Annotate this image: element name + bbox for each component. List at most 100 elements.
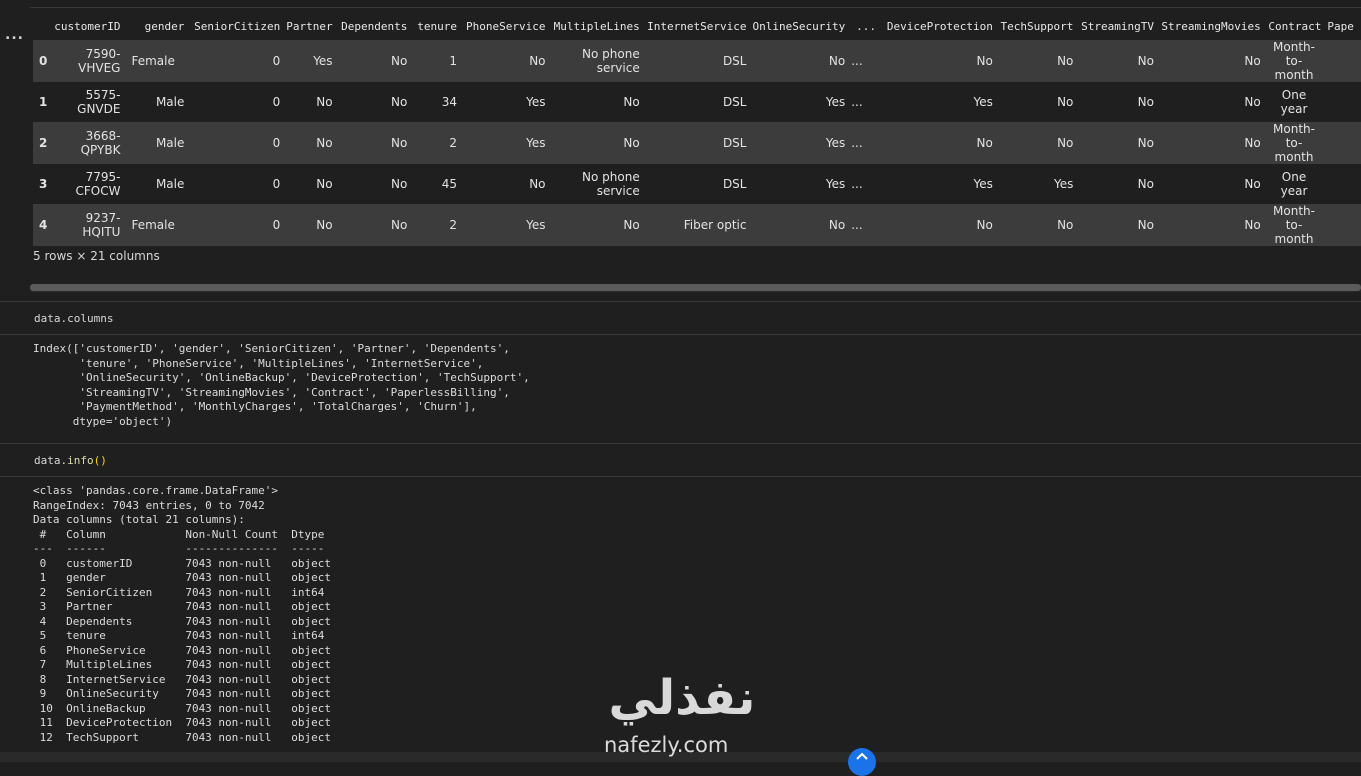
table-cell: 1 (410, 40, 461, 82)
column-header: customerID (54, 19, 121, 33)
table-cell: No phone service (548, 164, 643, 204)
table-cell: 0 (187, 164, 284, 204)
table-cell: Month-to-month (1263, 122, 1325, 164)
code-cell-columns[interactable]: data.columns (34, 312, 113, 325)
table-cell: No (749, 40, 849, 82)
column-header: InternetService (647, 19, 747, 33)
column-header: StreamingMovies (1161, 19, 1261, 33)
chevron-up-icon[interactable] (848, 748, 876, 776)
column-header (33, 12, 51, 40)
column-header: DeviceProtection (886, 19, 993, 33)
table-cell: Yes (460, 122, 549, 164)
cell-divider (0, 301, 1361, 302)
table-cell: 5575-GNVDE (51, 82, 124, 122)
table-cell: No (1156, 122, 1264, 164)
column-header: SeniorCitizen (194, 19, 281, 33)
table-cell: Yes (460, 82, 549, 122)
table-cell: No (460, 40, 549, 82)
horizontal-scrollbar-thumb[interactable] (30, 284, 1361, 291)
table-cell: No (879, 204, 996, 246)
table-cell: No (995, 122, 1077, 164)
column-header: PhoneService (466, 19, 546, 33)
table-cell: No (460, 164, 549, 204)
table-cell: ... (848, 204, 880, 246)
table-cell: 0 (187, 122, 284, 164)
table-cell: ... (848, 122, 880, 164)
table-cell: One year (1263, 164, 1325, 204)
table-cell: 0 (187, 40, 284, 82)
output-line: 2 SeniorCitizen 7043 non-null int64 (33, 585, 332, 599)
table-cell: 7795-CFOCW (51, 164, 124, 204)
table-cell: 34 (410, 82, 461, 122)
table-cell: No (283, 164, 336, 204)
table-cell: Male (123, 164, 188, 204)
table-cell: ... (848, 164, 880, 204)
output-line: 4 Dependents 7043 non-null object (33, 614, 332, 628)
table-cell: Yes (749, 122, 849, 164)
table-cell: 2 (410, 204, 461, 246)
table-cell: No (995, 82, 1077, 122)
output-line: 'tenure', 'PhoneService', 'MultipleLines… (33, 356, 484, 370)
table-cell (1324, 122, 1361, 164)
info-output: <class 'pandas.core.frame.DataFrame'> Ra… (33, 484, 331, 745)
cell-divider (0, 334, 1361, 335)
table-cell: No (283, 122, 336, 164)
column-header: Pape (1327, 19, 1354, 33)
table-cell: Male (123, 122, 188, 164)
code-parens: () (93, 454, 107, 467)
table-cell: Yes (283, 40, 336, 82)
table-cell (1324, 40, 1361, 82)
output-line: --- ------ -------------- ----- (33, 542, 332, 555)
table-cell: No (879, 40, 996, 82)
output-line: 3 Partner 7043 non-null object (33, 600, 332, 613)
table-cell (1324, 204, 1361, 246)
code-cell-info[interactable]: data.info() (34, 454, 107, 467)
table-cell: No phone service (548, 40, 643, 82)
output-line: 'StreamingTV', 'StreamingMovies', 'Contr… (33, 385, 510, 399)
output-line: 7 MultipleLines 7043 non-null object (33, 658, 332, 671)
dataframe-table: customerID gender SeniorCitizen Partner … (33, 12, 1361, 246)
column-header: MultipleLines (553, 19, 640, 33)
output-line: 10 OnlineBackup 7043 non-null object (33, 701, 332, 715)
output-line: 8 InternetService 7043 non-null object (33, 672, 332, 686)
column-header: tenure (417, 19, 458, 33)
row-index: 0 (33, 40, 52, 82)
output-line: 11 DeviceProtection 7043 non-null object (33, 716, 332, 729)
column-header: gender (144, 19, 185, 33)
table-cell: No (283, 204, 336, 246)
table-cell: No (335, 82, 411, 122)
code-object: data (34, 454, 61, 467)
table-cell: No (1076, 122, 1157, 164)
table-row: 2 3668-QPYBK Male 0 No No 2 Yes No DSL Y… (33, 122, 1361, 164)
table-cell: No (548, 122, 643, 164)
table-cell: ... (848, 40, 880, 82)
row-index: 4 (33, 204, 52, 246)
table-cell: 2 (410, 122, 461, 164)
table-cell: DSL (642, 164, 750, 204)
table-cell: Yes (749, 82, 849, 122)
column-header: StreamingTV (1081, 19, 1154, 33)
table-row: 4 9237-HQITU Female 0 No No 2 Yes No Fib… (33, 204, 1361, 246)
code-function: info (67, 454, 94, 467)
cell-divider (0, 476, 1361, 477)
watermark-logo: نفذلي (608, 670, 756, 726)
column-header: Partner (286, 19, 333, 33)
more-horizontal-icon[interactable]: ... (5, 28, 24, 42)
table-row: 3 7795-CFOCW Male 0 No No 45 No No phone… (33, 164, 1361, 204)
table-cell: Yes (460, 204, 549, 246)
table-cell: Fiber optic (642, 204, 750, 246)
table-cell: No (335, 122, 411, 164)
table-cell: DSL (642, 82, 750, 122)
output-line: 1 gender 7043 non-null object (33, 571, 332, 584)
column-header: ... (856, 19, 877, 33)
table-row: 1 5575-GNVDE Male 0 No No 34 Yes No DSL … (33, 82, 1361, 122)
table-cell: No (1156, 40, 1264, 82)
table-cell: No (548, 82, 643, 122)
output-line: dtype='object') (33, 414, 173, 428)
table-cell: Yes (879, 82, 996, 122)
dataframe-output: ... customerID gender SeniorCitizen Part… (0, 0, 1361, 295)
table-cell: No (548, 204, 643, 246)
output-line: 0 customerID 7043 non-null object (33, 556, 332, 570)
table-cell: Male (123, 82, 188, 122)
table-cell: No (1156, 82, 1264, 122)
